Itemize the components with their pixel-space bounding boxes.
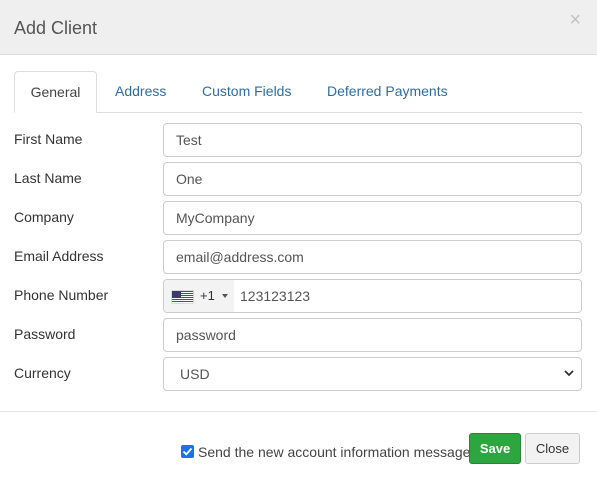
close-icon[interactable]: × (569, 10, 581, 30)
password-row: Password (0, 318, 597, 352)
tab-deferred-payments[interactable]: Deferred Payments (327, 71, 448, 113)
company-input[interactable] (163, 201, 582, 235)
caret-down-icon (222, 294, 228, 298)
tab-general[interactable]: General (14, 71, 97, 113)
dial-code: +1 (200, 288, 215, 303)
password-input[interactable] (163, 318, 582, 352)
chevron-down-icon (564, 370, 574, 377)
us-flag-icon (172, 291, 193, 303)
tab-bar: General Address Custom Fields Deferred P… (14, 71, 582, 113)
email-input[interactable] (163, 240, 582, 274)
currency-row: Currency USD (0, 357, 597, 391)
first-name-input[interactable] (163, 123, 582, 157)
first-name-label: First Name (14, 131, 83, 147)
phone-label: Phone Number (14, 287, 109, 303)
password-label: Password (14, 326, 76, 342)
country-code-picker[interactable]: +1 (164, 280, 234, 312)
email-row: Email Address (0, 240, 597, 274)
checkmark-icon (182, 447, 193, 456)
phone-input[interactable] (234, 280, 581, 312)
company-row: Company (0, 201, 597, 235)
tab-custom-fields[interactable]: Custom Fields (202, 71, 291, 113)
phone-row: Phone Number +1 (0, 279, 597, 313)
last-name-label: Last Name (14, 170, 82, 186)
close-button[interactable]: Close (525, 433, 580, 464)
phone-field: +1 (163, 279, 582, 313)
company-label: Company (14, 209, 74, 225)
tab-address[interactable]: Address (115, 71, 166, 113)
save-button[interactable]: Save (469, 433, 521, 464)
modal-title: Add Client (14, 18, 98, 38)
last-name-row: Last Name (0, 162, 597, 196)
currency-label: Currency (14, 365, 71, 381)
footer-divider (0, 411, 597, 412)
send-message-label[interactable]: Send the new account information message (198, 444, 470, 460)
currency-select[interactable]: USD (163, 357, 582, 391)
email-label: Email Address (14, 248, 104, 264)
add-client-modal: Add Client × General Address Custom Fiel… (0, 0, 597, 481)
send-message-checkbox[interactable] (181, 445, 194, 458)
first-name-row: First Name (0, 123, 597, 157)
last-name-input[interactable] (163, 162, 582, 196)
modal-header: Add Client × (0, 0, 597, 55)
currency-selected-value: USD (180, 366, 210, 382)
